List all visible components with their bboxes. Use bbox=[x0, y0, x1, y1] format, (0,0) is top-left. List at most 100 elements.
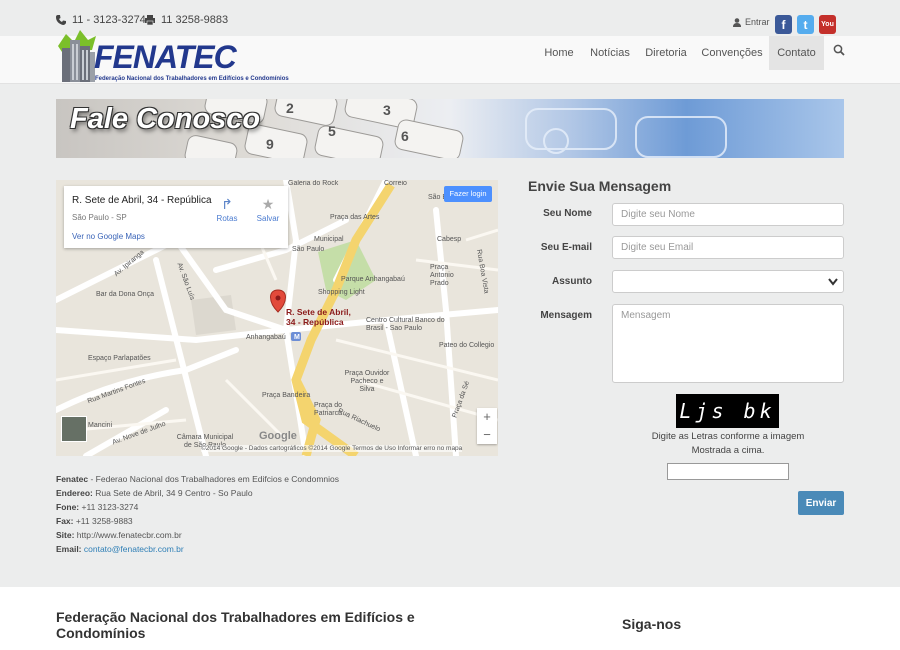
login-link[interactable]: Entrar bbox=[733, 17, 770, 27]
send-button[interactable]: Enviar bbox=[798, 491, 844, 515]
user-icon bbox=[733, 17, 741, 27]
satellite-toggle[interactable] bbox=[61, 416, 87, 442]
map-login-button[interactable]: Fazer login bbox=[444, 186, 492, 202]
directions-icon: ↱ bbox=[221, 196, 233, 212]
email-label: Seu E-mail bbox=[540, 242, 592, 253]
star-icon: ★ bbox=[261, 196, 275, 212]
info-label: Site: bbox=[56, 530, 75, 540]
captcha-instructions: Digite as Letras conforme a imagem Mostr… bbox=[612, 430, 844, 458]
nav-noticias[interactable]: Notícias bbox=[588, 36, 632, 70]
subject-label: Assunto bbox=[552, 276, 592, 287]
building-logo-icon bbox=[58, 30, 96, 82]
info-label: Fone: bbox=[56, 502, 80, 512]
info-value: +11 3123-3274 bbox=[79, 502, 139, 512]
nav-home[interactable]: Home bbox=[538, 36, 580, 70]
info-label: Fax: bbox=[56, 516, 74, 526]
map-pin-label-line2: 34 - República bbox=[286, 317, 344, 327]
map-label: Shopping Light bbox=[318, 289, 365, 296]
info-value: http://www.fenatecbr.com.br bbox=[74, 530, 182, 540]
zoom-in-button[interactable]: + bbox=[477, 408, 497, 426]
phone-icon bbox=[56, 15, 66, 25]
map-label: Cabesp bbox=[437, 236, 462, 243]
footer: Federação Nacional dos Trabalhadores em … bbox=[0, 587, 900, 650]
map-label: Galeria do Rock bbox=[288, 180, 339, 187]
svg-text:9: 9 bbox=[266, 136, 274, 152]
info-label: Fenatec bbox=[56, 474, 89, 484]
info-line: Fax: +11 3258-9883 bbox=[56, 514, 339, 528]
svg-text:2: 2 bbox=[286, 100, 294, 116]
message-label: Mensagem bbox=[540, 310, 592, 321]
info-line: Fone: +11 3123-3274 bbox=[56, 500, 339, 514]
google-logo: Google bbox=[259, 430, 297, 442]
subject-select[interactable] bbox=[612, 270, 844, 293]
map-label: Praça Antonio Prado bbox=[430, 264, 454, 287]
info-value: Rua Sete de Abril, 34 9 Centro - So Paul… bbox=[92, 488, 253, 498]
svg-text:M: M bbox=[294, 334, 300, 341]
nav-diretoria[interactable]: Diretoria bbox=[642, 36, 690, 70]
email-link[interactable]: contato@fenatecbr.com.br bbox=[84, 544, 184, 554]
map-pin-label-line1: R. Sete de Abril, bbox=[286, 307, 351, 317]
phone-2-text: 11 3258-9883 bbox=[161, 14, 229, 26]
routes-button[interactable]: ↱ Rotas bbox=[210, 196, 244, 223]
form-title: Envie Sua Mensagem bbox=[528, 178, 672, 194]
logo-title[interactable]: FENATEC bbox=[94, 38, 237, 76]
nav-contato[interactable]: Contato bbox=[769, 36, 824, 70]
captcha-image: Ljs bk bbox=[676, 394, 779, 428]
name-label: Seu Nome bbox=[543, 208, 592, 219]
info-value: - Federao Nacional dos Trabalhadores em … bbox=[88, 474, 340, 484]
phone-1-text: 11 - 3123-3274 bbox=[72, 14, 146, 26]
map-label: Praça Ouvidor Pacheco e Silva bbox=[344, 370, 390, 393]
map-label: Espaço Parlapatões bbox=[88, 355, 151, 362]
info-line: Fenatec - Federao Nacional dos Trabalhad… bbox=[56, 472, 339, 486]
info-label: Email: bbox=[56, 544, 82, 554]
map-label: São Paulo bbox=[292, 246, 325, 253]
info-value: +11 3258-9883 bbox=[73, 516, 133, 526]
logo-subtitle: Federação Nacional dos Trabalhadores em … bbox=[95, 76, 289, 82]
google-maps-link[interactable]: Ver no Google Maps bbox=[72, 232, 145, 241]
chevron-down-icon bbox=[828, 278, 838, 286]
info-line: Email: contato@fenatecbr.com.br bbox=[56, 542, 339, 556]
login-label: Entrar bbox=[745, 17, 770, 27]
nav-convencoes[interactable]: Convenções bbox=[700, 36, 764, 70]
twitter-icon[interactable]: t bbox=[797, 15, 814, 34]
name-input[interactable] bbox=[612, 203, 844, 226]
map-info-card: R. Sete de Abril, 34 - República São Pau… bbox=[64, 186, 288, 248]
banner: 3 2 5 6 9 Fale Conosco bbox=[56, 99, 844, 158]
zoom-out-button[interactable]: − bbox=[477, 426, 497, 444]
captcha-text-1: Digite as Letras conforme a imagem bbox=[651, 431, 805, 442]
youtube-icon[interactable]: You bbox=[819, 15, 836, 34]
map-label: Municipal bbox=[314, 236, 344, 243]
phone-1: 11 - 3123-3274 bbox=[56, 14, 146, 26]
search-icon[interactable] bbox=[833, 44, 845, 56]
captcha-input[interactable] bbox=[667, 463, 789, 480]
facebook-icon[interactable]: f bbox=[775, 15, 792, 34]
map-label: Correio bbox=[384, 180, 407, 187]
map-label: Bar da Dona Onça bbox=[96, 291, 154, 298]
banner-title: Fale Conosco bbox=[70, 103, 261, 135]
map-label: Parque Anhangabaú bbox=[341, 276, 405, 283]
zoom-control: + − bbox=[477, 408, 497, 444]
message-textarea[interactable] bbox=[612, 304, 844, 383]
map-city: São Paulo - SP bbox=[72, 213, 127, 222]
info-line: Site: http://www.fenatecbr.com.br bbox=[56, 528, 339, 542]
map-label: Praça Bandeira bbox=[262, 392, 311, 399]
save-label: Salvar bbox=[256, 214, 280, 223]
svg-text:6: 6 bbox=[401, 128, 409, 144]
routes-label: Rotas bbox=[216, 214, 238, 223]
map-label: Mancini bbox=[88, 422, 113, 429]
social-heading: Siga-nos bbox=[622, 616, 682, 632]
map-label: Centro Cultural Banco do Brasil - Sao Pa… bbox=[366, 317, 445, 332]
map[interactable]: M Galeria do Rock Correio Praça das Arte… bbox=[56, 180, 498, 456]
svg-text:3: 3 bbox=[383, 102, 391, 118]
save-button[interactable]: ★ Salvar bbox=[251, 196, 285, 223]
footer-heading: Federação Nacional dos Trabalhadores em … bbox=[56, 609, 415, 641]
email-input[interactable] bbox=[612, 236, 844, 259]
info-label: Endereo: bbox=[56, 488, 93, 498]
map-address: R. Sete de Abril, 34 - República bbox=[72, 195, 212, 206]
map-pin-label: R. Sete de Abril, 34 - República bbox=[286, 307, 351, 327]
captcha-text-2: Mostrada a cima. bbox=[691, 445, 765, 456]
contact-info: Fenatec - Federao Nacional dos Trabalhad… bbox=[56, 472, 339, 556]
fax-icon bbox=[145, 15, 155, 25]
phone-2: 11 3258-9883 bbox=[145, 14, 228, 26]
svg-text:5: 5 bbox=[328, 123, 336, 139]
